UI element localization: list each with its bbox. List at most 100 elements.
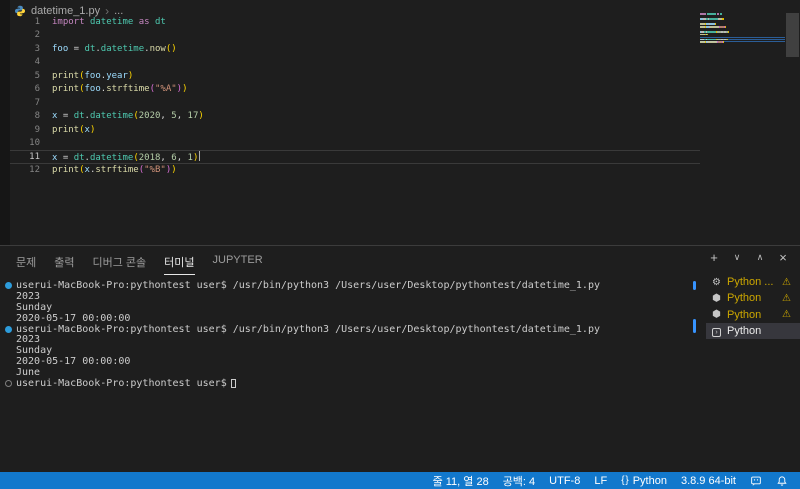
- status-encoding[interactable]: UTF-8: [549, 475, 580, 487]
- status-eol[interactable]: LF: [594, 475, 607, 487]
- panel-tab-item[interactable]: 문제: [16, 254, 36, 275]
- left-edge-strip: [0, 0, 10, 245]
- panel-tab-item[interactable]: JUPYTER: [213, 254, 263, 275]
- terminal-row[interactable]: 2020-05-17 00:00:00: [0, 356, 700, 367]
- line-number[interactable]: 12: [10, 165, 40, 175]
- terminal-text: userui-MacBook-Pro:pythontest user$ /usr…: [16, 279, 600, 291]
- code-line[interactable]: 10: [10, 137, 710, 151]
- vscode-window: datetime_1.py › ... 1 import datetime as …: [0, 0, 800, 489]
- code-token: foo: [84, 70, 101, 81]
- terminal-picker-dropdown[interactable]: ∨: [730, 252, 744, 263]
- minimap-line: [700, 25, 785, 28]
- terminal-list-item[interactable]: › Python: [706, 322, 800, 340]
- code-line[interactable]: 6 print(foo.strftime("%A")): [10, 83, 710, 97]
- terminal-output[interactable]: userui-MacBook-Pro:pythontest user$ /usr…: [0, 280, 700, 389]
- terminal-command-decoration: [693, 281, 696, 290]
- minimap-line: [700, 41, 785, 44]
- status-python-interpreter[interactable]: 3.8.9 64-bit: [681, 475, 736, 487]
- code-line[interactable]: 3 foo = dt.datetime.now(): [10, 42, 710, 56]
- cube-icon: ⬢: [712, 292, 721, 304]
- code-token: "%B": [144, 165, 166, 176]
- status-feedback[interactable]: [750, 475, 762, 487]
- terminal-row[interactable]: Sunday: [0, 345, 700, 356]
- line-number[interactable]: 8: [10, 111, 40, 121]
- code-line[interactable]: 5 print(foo.year): [10, 69, 710, 83]
- terminal-row[interactable]: June: [0, 367, 700, 378]
- code-line[interactable]: 11 x = dt.datetime(2018, 6, 1): [10, 150, 710, 164]
- terminal-text: Sunday: [16, 301, 53, 313]
- status-indentation-label: 공백: 4: [502, 475, 536, 488]
- new-terminal-button[interactable]: +: [707, 250, 721, 265]
- terminal-list-item[interactable]: ⚙ Python ... ⚠: [706, 274, 800, 290]
- terminal-text: userui-MacBook-Pro:pythontest user$ /usr…: [16, 323, 600, 335]
- code-line[interactable]: 9 print(x): [10, 123, 710, 137]
- line-number[interactable]: 7: [10, 98, 40, 108]
- maximize-panel-button[interactable]: ∧: [753, 252, 767, 263]
- terminal-row[interactable]: userui-MacBook-Pro:pythontest user$: [0, 378, 700, 389]
- line-number[interactable]: 2: [10, 30, 40, 40]
- line-number[interactable]: 5: [10, 71, 40, 81]
- minimap-line: [700, 18, 785, 20]
- text-cursor: [199, 150, 201, 161]
- terminal-list-item[interactable]: ⬢ Python ⚠: [706, 290, 800, 306]
- status-cursor-position[interactable]: 줄 11, 열 28: [433, 473, 489, 489]
- status-indentation[interactable]: 공백: 4: [503, 473, 535, 489]
- minimap-token: [710, 25, 719, 28]
- minimap[interactable]: [700, 13, 785, 44]
- editor-scrollbar[interactable]: [786, 13, 799, 57]
- code-line[interactable]: 2: [10, 29, 710, 43]
- gear-icon: ⚙: [712, 276, 721, 288]
- line-number[interactable]: 11: [10, 152, 40, 162]
- terminal-row[interactable]: 2023: [0, 334, 700, 345]
- minimap-token: [722, 18, 725, 20]
- line-number[interactable]: 3: [10, 44, 40, 54]
- command-marker-icon: [0, 281, 16, 289]
- line-number[interactable]: 6: [10, 84, 40, 94]
- code-line[interactable]: 1 import datetime as dt: [10, 15, 710, 29]
- terminal-text: 2023: [16, 334, 41, 346]
- warning-icon: ⚠: [782, 292, 791, 304]
- panel-tab-item[interactable]: 디버그 콘솔: [93, 254, 147, 275]
- code-token: =: [57, 152, 74, 163]
- terminal-text: userui-MacBook-Pro:pythontest user$: [16, 377, 227, 389]
- code-text: print(foo.year): [52, 71, 133, 81]
- minimap-token: [728, 31, 730, 33]
- terminal-row[interactable]: 2020-05-17 00:00:00: [0, 313, 700, 324]
- terminal-text: 2023: [16, 290, 41, 302]
- code-token: print: [52, 70, 80, 81]
- minimap-token: [707, 33, 709, 36]
- terminal-row[interactable]: userui-MacBook-Pro:pythontest user$ /usr…: [0, 324, 700, 335]
- code-text: import datetime as dt: [52, 17, 166, 27]
- close-panel-button[interactable]: ×: [776, 250, 790, 265]
- terminal-row[interactable]: userui-MacBook-Pro:pythontest user$ /usr…: [0, 280, 700, 291]
- minimap-token: [707, 38, 716, 41]
- line-number[interactable]: 10: [10, 138, 40, 148]
- code-line[interactable]: 12 print(x.strftime("%B")): [10, 164, 710, 178]
- code-line[interactable]: 7: [10, 96, 710, 110]
- code-area[interactable]: 1 import datetime as dt 2 3 foo = dt.datetim…: [10, 15, 710, 177]
- terminal-row[interactable]: 2023: [0, 291, 700, 302]
- code-token: strftime: [95, 165, 139, 176]
- terminal-command-decoration: [693, 319, 696, 333]
- status-language-mode[interactable]: { } Python: [621, 475, 667, 487]
- code-line[interactable]: 8 x = dt.datetime(2020, 5, 17): [10, 110, 710, 124]
- terminal-list-item[interactable]: ⬢ Python ⚠: [706, 307, 800, 323]
- command-marker-icon: [0, 325, 16, 333]
- panel-tab-item[interactable]: 출력: [54, 254, 74, 275]
- status-notifications[interactable]: [776, 475, 788, 487]
- code-token: datetime: [100, 43, 145, 54]
- command-dot: [4, 325, 12, 333]
- code-token: "%A": [154, 84, 177, 95]
- terminal-list-label: Python: [727, 292, 762, 305]
- code-token: ): [182, 84, 188, 95]
- code-token: datetime: [89, 152, 134, 163]
- line-number[interactable]: 9: [10, 125, 40, 135]
- code-line[interactable]: 4: [10, 56, 710, 70]
- minimap-token: [714, 23, 716, 25]
- panel-tab-active[interactable]: 터미널: [164, 254, 195, 275]
- line-number[interactable]: 1: [10, 17, 40, 27]
- terminal-row[interactable]: Sunday: [0, 302, 700, 313]
- code-token: print: [52, 165, 80, 176]
- line-number[interactable]: 4: [10, 57, 40, 67]
- code-token: foo: [84, 84, 101, 95]
